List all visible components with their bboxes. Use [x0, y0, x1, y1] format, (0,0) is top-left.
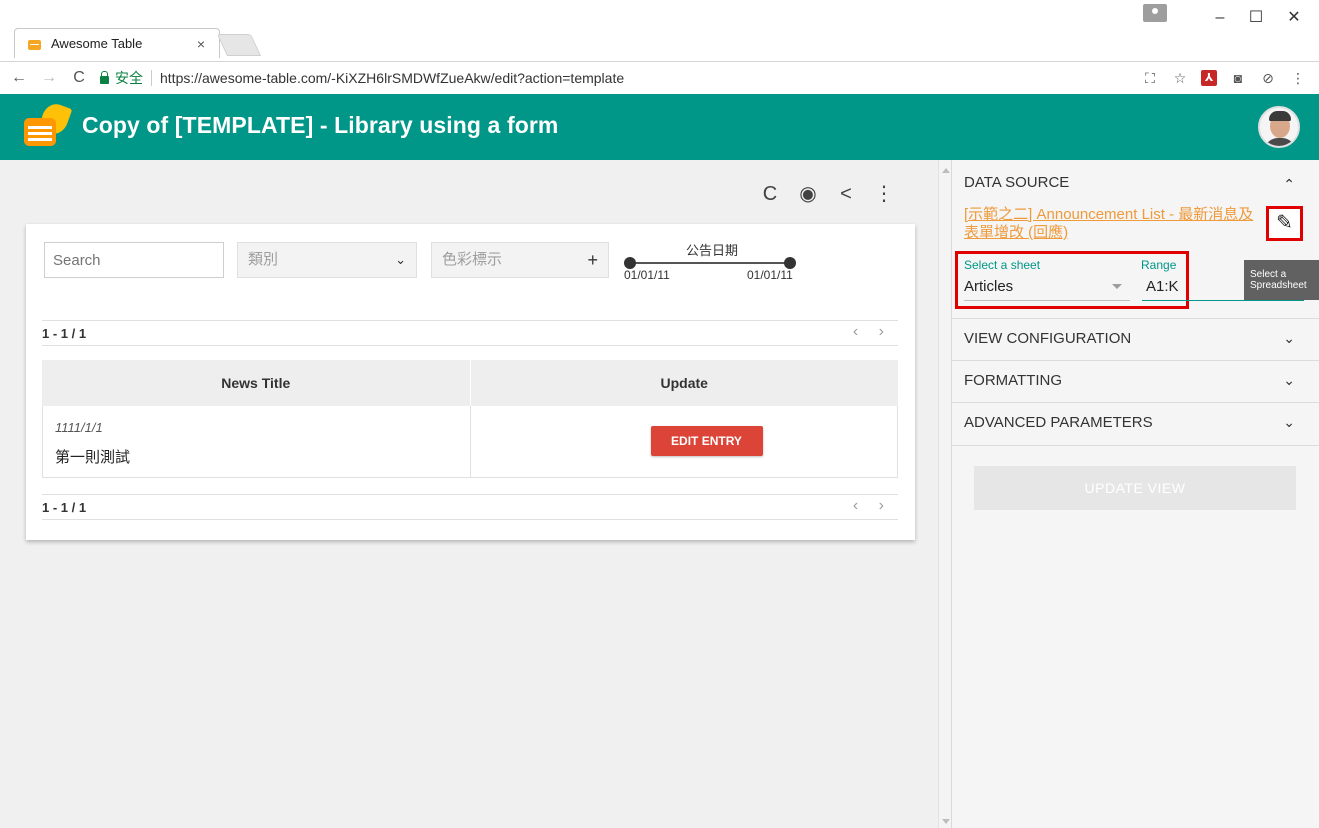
date-range-filter: 公告日期 01/01/11 01/01/11	[624, 240, 802, 284]
search-input[interactable]	[44, 242, 224, 278]
color-filter[interactable]: 色彩標示 +	[431, 242, 609, 278]
news-cell: 1111/1/1 第一則測試	[43, 406, 470, 477]
column-header-update: Update	[469, 360, 899, 406]
chevron-down-icon[interactable]: ⌄	[1283, 372, 1295, 389]
table-row: 1111/1/1 第一則測試 EDIT ENTRY	[42, 406, 898, 478]
close-window-button[interactable]: ✕	[1274, 6, 1314, 30]
preview-toolbar: C ◉ < ⋮	[758, 182, 896, 206]
more-options-icon[interactable]: ⋮	[872, 182, 896, 206]
translate-icon[interactable]: ⛶	[1141, 70, 1159, 87]
section-divider	[952, 445, 1319, 446]
forward-icon[interactable]: →	[38, 69, 60, 87]
lock-icon	[100, 71, 109, 84]
advanced-parameters-title[interactable]: ADVANCED PARAMETERS	[964, 414, 1153, 431]
range-label: Range	[1141, 258, 1177, 272]
category-filter[interactable]: 類別 ⌄	[237, 242, 417, 278]
sheet-dropdown-arrow-icon[interactable]	[1112, 284, 1122, 289]
chevron-down-icon[interactable]: ⌄	[1283, 330, 1295, 347]
back-icon[interactable]: ←	[8, 69, 30, 87]
pagination-nav-icon[interactable]: ‹ ›	[853, 323, 892, 341]
formatting-title[interactable]: FORMATTING	[964, 372, 1062, 389]
range-input-underline	[1142, 300, 1304, 301]
app-title: Copy of [TEMPLATE] - Library using a for…	[82, 112, 559, 138]
pagination-bottom: 1 - 1 / 1 ‹ ›	[42, 494, 898, 520]
new-tab-button[interactable]	[216, 34, 262, 56]
column-header-news-title: News Title	[221, 375, 291, 391]
awesome-table-logo-icon	[22, 100, 73, 150]
refresh-icon[interactable]: C	[758, 182, 782, 206]
pagination-top: 1 - 1 / 1 ‹ ›	[42, 320, 898, 346]
tab-title: Awesome Table	[51, 36, 143, 51]
sheet-select[interactable]: Articles	[964, 278, 1013, 295]
extension-icon[interactable]: ⊘	[1259, 70, 1277, 87]
reload-icon[interactable]: C	[68, 69, 90, 87]
pagination-count: 1 - 1 / 1	[42, 326, 87, 341]
address-separator	[151, 70, 152, 86]
news-date: 1111/1/1	[55, 420, 103, 435]
sheet-select-label: Select a sheet	[964, 258, 1041, 272]
pagination-count: 1 - 1 / 1	[42, 500, 87, 515]
tab-close-icon[interactable]: ×	[193, 36, 209, 52]
browser-menu-icon[interactable]: ⋮	[1289, 70, 1307, 87]
chevron-up-icon[interactable]: ⌃	[1283, 176, 1295, 193]
user-avatar[interactable]	[1258, 106, 1300, 148]
maximize-button[interactable]: ☐	[1236, 6, 1276, 30]
section-divider	[952, 402, 1319, 403]
bookmark-star-icon[interactable]: ☆	[1171, 70, 1189, 87]
date-range-track	[630, 262, 794, 264]
extensions-area: ⛶ ☆ ⅄ ◙ ⊘ ⋮	[1141, 70, 1307, 87]
date-range-min-value: 01/01/11	[624, 268, 670, 282]
browser-tab[interactable]: Awesome Table ×	[14, 28, 220, 58]
news-title: 第一則測試	[55, 449, 131, 466]
view-configuration-title[interactable]: VIEW CONFIGURATION	[964, 330, 1131, 347]
section-divider	[952, 360, 1319, 361]
table-header: News Title Update	[42, 360, 898, 406]
secure-label: 安全	[115, 70, 143, 86]
edit-pencil-icon[interactable]: ✎	[1266, 206, 1303, 241]
pagination-nav-icon[interactable]: ‹ ›	[853, 497, 892, 515]
minimize-button[interactable]: –	[1200, 6, 1240, 30]
preview-eye-icon[interactable]: ◉	[796, 182, 820, 206]
spreadsheet-link[interactable]: [示範之二] Announcement List - 最新消息及表單增改 (回應…	[964, 206, 1254, 242]
chevron-down-icon: ⌄	[395, 252, 406, 267]
range-input[interactable]: A1:K	[1146, 278, 1179, 295]
select-spreadsheet-tooltip: Select a Spreadsheet	[1244, 260, 1319, 300]
browser-toolbar: ← → C 安全 https://awesome-table.com/-KiXZ…	[0, 62, 1319, 94]
update-cell: EDIT ENTRY	[469, 406, 898, 477]
update-view-button[interactable]: UPDATE VIEW	[974, 466, 1296, 510]
camera-extension-icon[interactable]: ◙	[1229, 70, 1247, 86]
date-range-label: 公告日期	[686, 243, 739, 258]
scroll-down-icon[interactable]	[942, 819, 950, 824]
date-range-max-value: 01/01/11	[747, 268, 793, 282]
app-header: Copy of [TEMPLATE] - Library using a for…	[0, 94, 1319, 160]
plus-icon: +	[587, 250, 598, 270]
color-filter-label: 色彩標示	[442, 251, 503, 268]
share-icon[interactable]: <	[834, 182, 858, 206]
category-filter-label: 類別	[248, 251, 279, 268]
sheet-select-underline	[964, 300, 1130, 301]
settings-panel: DATA SOURCE ⌃ [示範之二] Announcement List -…	[952, 160, 1319, 828]
pdf-extension-icon[interactable]: ⅄	[1201, 70, 1217, 86]
preview-scrollbar[interactable]	[938, 160, 952, 828]
section-divider	[952, 318, 1319, 319]
data-table: News Title Update 1111/1/1 第一則測試 EDIT EN…	[42, 360, 898, 478]
table-card: 類別 ⌄ 色彩標示 + 公告日期 01/01/11 01/01/11 1 - 1…	[26, 224, 915, 540]
chevron-down-icon[interactable]: ⌄	[1283, 414, 1295, 431]
address-bar[interactable]: 安全 https://awesome-table.com/-KiXZH6lrSM…	[100, 65, 1141, 91]
scroll-up-icon[interactable]	[942, 168, 950, 173]
preview-area: C ◉ < ⋮ 類別 ⌄ 色彩標示 + 公告日期 01/01/11 01/01/…	[0, 160, 938, 828]
url-text: https://awesome-table.com/-KiXZH6lrSMDWf…	[160, 70, 625, 86]
profile-icon[interactable]	[1143, 4, 1167, 22]
data-source-title[interactable]: DATA SOURCE	[964, 174, 1069, 191]
awesome-table-favicon-icon	[27, 37, 43, 51]
browser-tabstrip: Awesome Table × – ☐ ✕	[0, 0, 1319, 62]
edit-entry-button[interactable]: EDIT ENTRY	[650, 426, 763, 456]
